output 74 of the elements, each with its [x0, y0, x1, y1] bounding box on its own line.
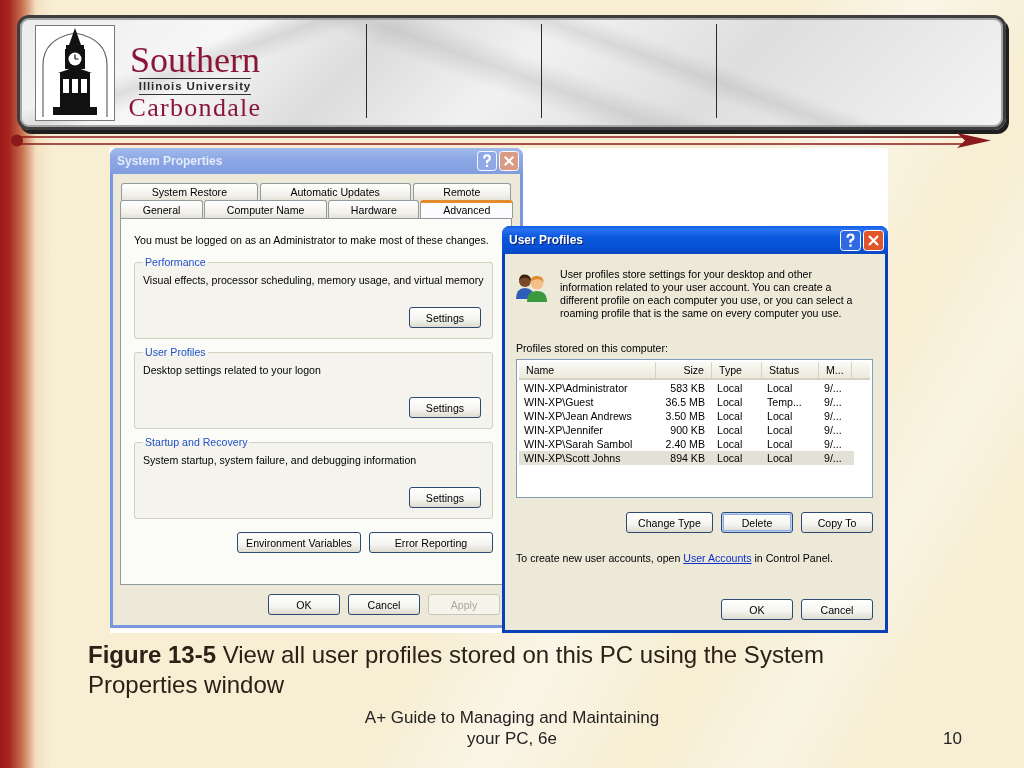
admin-note: You must be logged on as an Administrator to make most of these changes. — [134, 233, 490, 247]
list-row[interactable]: WIN-XP\Sarah Sambol 2.40 MB Local Local 9/... — [519, 437, 854, 451]
list-cell-text: Local — [766, 409, 794, 423]
list-cell-text: WIN-XP\Jean Andrews — [523, 409, 633, 423]
list-cell-text: Local — [716, 423, 744, 437]
error-reporting-button[interactable]: Error Reporting — [369, 532, 493, 553]
list-row[interactable]: WIN-XP\Guest 36.5 MB Local Temp... 9/... — [519, 395, 854, 409]
list-cell-text: 9/... — [823, 423, 843, 437]
settings-button[interactable]: Settings — [409, 397, 481, 418]
list-cell-text: WIN-XP\Jennifer — [523, 423, 604, 437]
list-cell-text: 583 KB — [669, 381, 706, 395]
logo-wordmark: Southern — [130, 43, 260, 78]
list-cell-text: 9/... — [823, 409, 843, 423]
cancel-button[interactable]: Cancel — [801, 599, 873, 620]
settings-button[interactable]: Settings — [409, 487, 481, 508]
accounts-note: To create new user accounts, open User Accounts in Control Panel. — [516, 551, 833, 565]
list-cell-text: 36.5 MB — [664, 395, 706, 409]
clock-tower-icon — [35, 25, 115, 121]
list-cell-text: Local — [716, 437, 744, 451]
list-cell-text: WIN-XP\Guest — [523, 395, 595, 409]
user-accounts-link[interactable]: User Accounts — [683, 552, 752, 564]
list-cell-text: Local — [716, 451, 744, 465]
list-cell-text: WIN-XP\Sarah Sambol — [523, 437, 634, 451]
list-cell-text: 900 KB — [669, 423, 706, 437]
list-cell-text: 9/... — [823, 395, 843, 409]
delete-button[interactable]: Delete — [721, 512, 793, 533]
list-row[interactable]: WIN-XP\Administrator 583 KB Local Local 9/... — [519, 381, 854, 395]
column-header[interactable]: Status — [762, 362, 819, 378]
list-cell-text: 3.50 MB — [664, 409, 706, 423]
window-title: System Properties — [117, 154, 223, 168]
list-cell-text: Local — [716, 395, 744, 409]
list-cell-text: 9/... — [823, 381, 843, 395]
page-number: 10 — [943, 728, 962, 749]
change-type-button[interactable]: Change Type — [626, 512, 713, 533]
ok-button[interactable]: OK — [721, 599, 793, 620]
group-description: Desktop settings related to your logon — [143, 363, 322, 377]
column-header[interactable]: M... — [819, 362, 852, 378]
list-cell-text: WIN-XP\Administrator — [523, 381, 629, 395]
list-cell-text: Temp... — [766, 395, 803, 409]
list-cell-text: 9/... — [823, 437, 843, 451]
list-row[interactable]: WIN-XP\Jean Andrews 3.50 MB Local Local 9/... — [519, 409, 854, 423]
list-cell-text: WIN-XP\Scott Johns — [523, 451, 622, 465]
users-icon — [515, 272, 549, 302]
figure-caption: Figure 13-5 View all user profiles stored on this PC using the System Properties window — [88, 640, 825, 700]
profiles-list[interactable] — [516, 359, 873, 498]
list-cell-text: Local — [766, 381, 794, 395]
copy-to-button[interactable]: Copy To — [801, 512, 873, 533]
footer-title: A+ Guide to Managing and Maintaining your PC, 6e — [364, 707, 660, 749]
list-cell-text: Local — [766, 437, 794, 451]
window-title: User Profiles — [509, 233, 584, 247]
group-title: Startup and Recovery — [144, 435, 249, 449]
list-row[interactable]: WIN-XP\Scott Johns 894 KB Local Local 9/... — [519, 451, 854, 465]
list-cell-text: 9/... — [823, 451, 843, 465]
help-icon[interactable] — [840, 229, 861, 251]
logo-campus: Carbondale — [128, 95, 262, 121]
profiles-description: User profiles store settings for your desktop and other information related to your user account. You can create a different profile on each computer you use, or you can select a roaming profile that is the same on every computer you use. — [560, 268, 853, 320]
column-header[interactable]: Size — [656, 362, 712, 378]
close-icon[interactable] — [863, 229, 884, 251]
column-header[interactable]: Type — [712, 362, 762, 378]
environment-variables-button[interactable]: Environment Variables — [237, 532, 361, 553]
logo-subtitle: Illinois University — [138, 78, 252, 95]
list-cell-text: 894 KB — [669, 451, 706, 465]
settings-button[interactable]: Settings — [409, 307, 481, 328]
list-cell-text: Local — [766, 423, 794, 437]
group-title: User Profiles — [144, 345, 207, 359]
list-row[interactable]: WIN-XP\Jennifer 900 KB Local Local 9/... — [519, 423, 854, 437]
list-cell-text: 2.40 MB — [664, 437, 706, 451]
group-title: Performance — [144, 255, 207, 269]
list-cell-text: Local — [766, 451, 794, 465]
list-cell-text: Local — [716, 409, 744, 423]
group-description: System startup, system failure, and debugging information — [143, 453, 418, 467]
list-label: Profiles stored on this computer: — [516, 341, 669, 355]
list-cell-text: Local — [716, 381, 744, 395]
column-header[interactable]: Name — [519, 362, 656, 378]
